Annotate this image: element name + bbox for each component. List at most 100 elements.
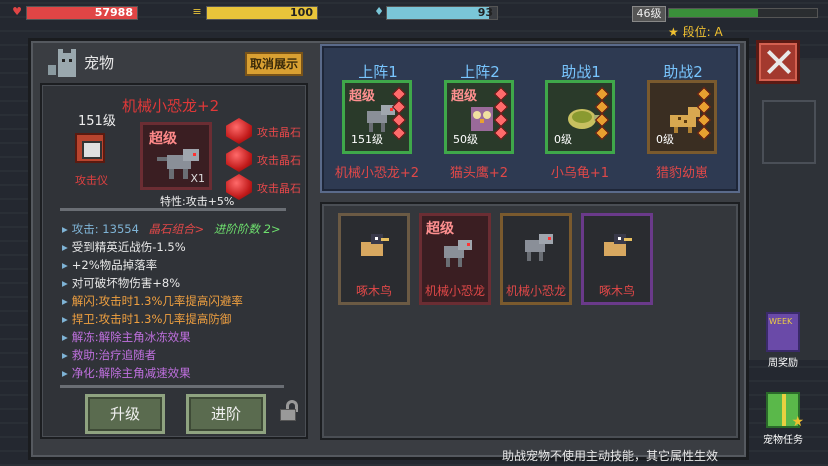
card-level: 0级 — [554, 133, 572, 146]
pet-trait: 特性:攻击+5% — [160, 195, 235, 208]
super-tag: 超级 — [149, 131, 177, 147]
slot-head-1: 上阵1 — [358, 63, 398, 81]
selected-pet-name: 机械小恐龙+2 — [122, 97, 220, 115]
arrow-icon: ▸ — [62, 276, 68, 290]
heart-icon: ♥ — [12, 5, 22, 18]
weekly-reward-button[interactable]: WEEK 周奖励 — [760, 312, 806, 369]
attr-line: ▸ 捍卫:攻击时1.3%几率提高防御 — [62, 311, 231, 327]
player-level-badge: 46级 — [632, 6, 666, 22]
attr-text: 对可破坏物伤害+8% — [71, 276, 181, 290]
woodpecker-sprite — [604, 234, 632, 256]
attr-line: ▸ 解闪:攻击时1.3%几率提高闪避率 — [62, 293, 243, 309]
arrow-icon: ▸ — [62, 240, 68, 254]
lineup-card-3[interactable]: 0级 — [545, 80, 615, 154]
attack-line: ▸ 攻击: 13554 晶石组合> 进阶阶数 2> — [62, 221, 280, 237]
gem-slots — [391, 86, 407, 141]
support-pet-note: 助战宠物不使用主动技能，其它属性生效 — [502, 449, 719, 463]
attr-text: 捍卫:攻击时1.3%几率提高防御 — [71, 312, 232, 326]
lineup-name-1: 机械小恐龙+2 — [334, 166, 420, 181]
bag-item-2[interactable]: 超级 机械小恐龙 — [419, 213, 491, 305]
panel-title: 宠物 — [84, 54, 115, 72]
attr-text: 受到精英近战伤-1.5% — [71, 240, 186, 254]
energy-bar: 100 — [206, 6, 318, 20]
advance-stage-link[interactable]: 进阶阶数 2> — [214, 222, 281, 236]
energy-icon: ≡ — [192, 5, 202, 18]
water-bar: 93 — [386, 6, 498, 20]
bag-item-1[interactable]: 啄木鸟 — [338, 213, 410, 305]
bag-item-name: 机械小恐龙 — [505, 284, 566, 298]
arrow-icon: ▸ — [62, 330, 68, 344]
lineup-card-1[interactable]: 超级 151级 — [342, 80, 412, 154]
attr-text: 解闪:攻击时1.3%几率提高闪避率 — [71, 294, 243, 308]
attr-line: ▸ 受到精英近战伤-1.5% — [62, 239, 186, 255]
slot-head-4: 助战2 — [663, 63, 703, 81]
attr-text: 净化:解除主角减速效果 — [71, 366, 191, 380]
pet-cat-icon — [48, 48, 76, 77]
attr-text: 救助:治疗追随者 — [71, 348, 157, 362]
arrow-icon: ▸ — [62, 312, 68, 326]
robot-dino-sprite — [444, 240, 472, 267]
woodpecker-sprite — [361, 234, 389, 256]
upgrade-button[interactable]: 升级 — [85, 394, 165, 434]
pet-task-label: 宠物任务 — [763, 435, 803, 446]
card-super-tag: 超级 — [451, 89, 478, 104]
lineup-card-2[interactable]: 超级 50级 — [444, 80, 514, 154]
slot-head-2: 上阵2 — [460, 63, 500, 81]
bag-item-4[interactable]: 啄木鸟 — [581, 213, 653, 305]
robot-dino-sprite — [525, 234, 553, 261]
device-label: 攻击仪 — [75, 174, 108, 187]
arrow-icon: ▸ — [62, 294, 68, 308]
advance-button[interactable]: 进阶 — [186, 394, 266, 434]
attr-line: ▸ +2%物品掉落率 — [62, 257, 157, 273]
bag-item-name: 机械小恐龙 — [424, 284, 485, 298]
attack-device-icon[interactable] — [75, 133, 105, 163]
gem-combo-link[interactable]: 晶石组合> — [149, 222, 205, 236]
selected-pet-level: 151级 — [78, 114, 116, 129]
close-button[interactable] — [756, 40, 800, 84]
week-label: WEEK — [769, 317, 793, 326]
arrow-icon: ▸ — [62, 258, 68, 272]
gem-slots — [493, 86, 509, 141]
star-icon: ★ — [791, 414, 804, 430]
panel-title-row: 宠物 — [44, 45, 114, 80]
hp-bar: 57988 — [26, 6, 138, 20]
gem-slots — [594, 86, 610, 141]
rank-text: 段位: A — [682, 25, 723, 39]
attr-line: ▸ 解冻:解除主角冰冻效果 — [62, 329, 191, 345]
card-level: 151级 — [351, 133, 383, 146]
lineup-name-3: 小乌龟+1 — [550, 166, 610, 181]
weekly-reward-label: 周奖励 — [768, 358, 798, 369]
card-super-tag: 超级 — [349, 89, 376, 104]
weekly-book-icon: WEEK — [766, 312, 800, 352]
pet-task-button[interactable]: ★ 宠物任务 — [760, 392, 806, 446]
attr-text: +2%物品掉落率 — [71, 258, 158, 272]
hp-value: 57988 — [94, 6, 133, 19]
card-level: 50级 — [453, 133, 478, 146]
gem-label-3: 攻击晶石 — [257, 182, 301, 195]
attr-line: ▸ 净化:解除主角减速效果 — [62, 365, 191, 381]
cancel-show-button[interactable]: 取消展示 — [245, 52, 303, 76]
lineup-card-4[interactable]: 0级 — [647, 80, 717, 154]
lock-icon[interactable] — [278, 400, 298, 422]
card-super-tag: 超级 — [426, 221, 454, 237]
bag-item-name: 啄木鸟 — [598, 284, 635, 298]
gift-box-icon: ★ — [766, 392, 804, 430]
lineup-name-2: 猫头鹰+2 — [449, 166, 509, 181]
star-icon: ★ — [668, 25, 679, 39]
selected-pet-portrait[interactable]: 超级 X1 — [140, 122, 212, 190]
slot-head-3: 助战1 — [561, 63, 601, 81]
card-level: 0级 — [656, 133, 674, 146]
bag-item-3[interactable]: 机械小恐龙 — [500, 213, 572, 305]
pet-count: X1 — [190, 172, 205, 185]
exp-bar — [668, 8, 818, 18]
attack-value: 攻击: 13554 — [71, 222, 139, 236]
attr-text: 解冻:解除主角冰冻效果 — [71, 330, 191, 344]
gem-label-1: 攻击晶石 — [257, 126, 301, 139]
arrow-icon: ▸ — [62, 348, 68, 362]
arrow-icon: ▸ — [62, 366, 68, 380]
gem-label-2: 攻击晶石 — [257, 154, 301, 167]
bag-item-name: 啄木鸟 — [355, 284, 392, 298]
water-value: 93 — [477, 6, 493, 19]
lineup-name-4: 猎豹幼崽 — [655, 166, 708, 181]
water-drop-icon: ♦ — [374, 5, 384, 18]
